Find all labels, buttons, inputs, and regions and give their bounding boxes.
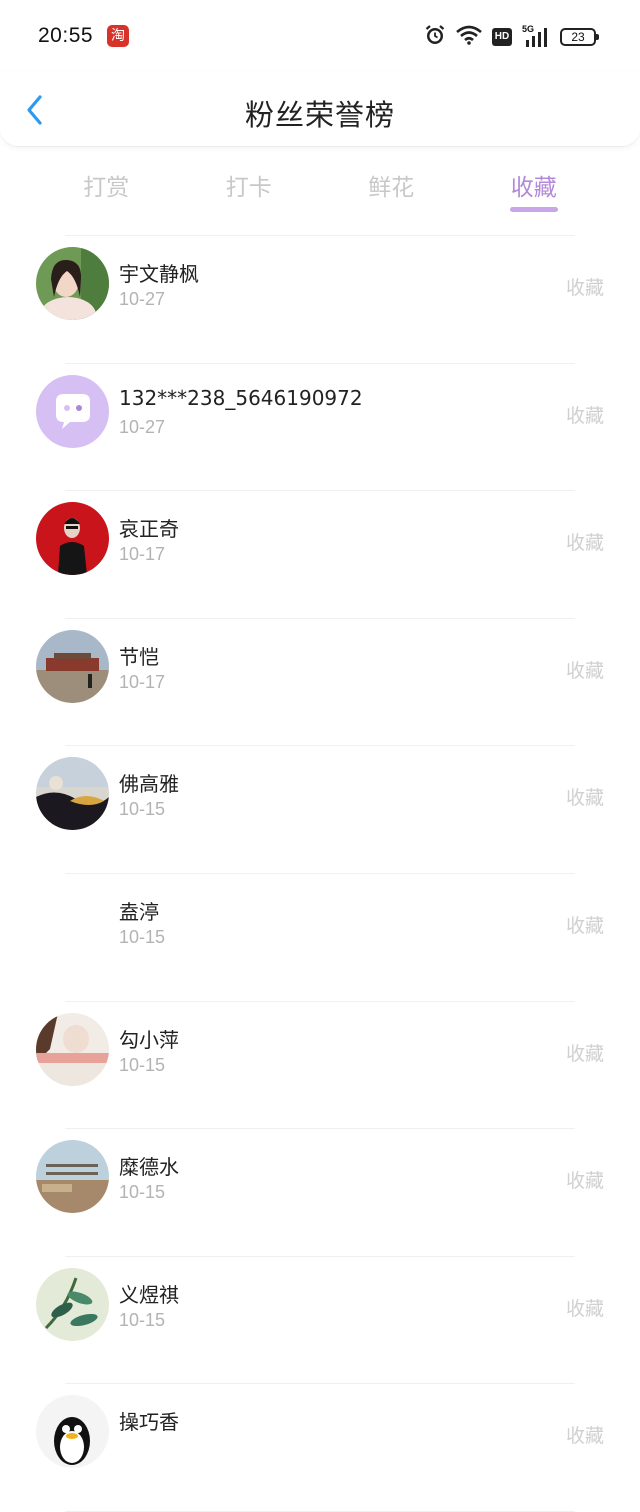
action-label[interactable]: 收藏 — [566, 528, 604, 555]
fan-name: 132***238_5646190972 — [119, 385, 363, 410]
fan-name: 勾小萍 — [119, 1027, 179, 1052]
fan-date: 10-27 — [119, 289, 166, 309]
list-item[interactable]: 132***238_5646190972 10-27 收藏 — [0, 364, 640, 492]
list-item[interactable]: 宇文静枫 10-27 收藏 — [0, 236, 640, 364]
avatar — [36, 374, 109, 448]
avatar — [36, 1140, 109, 1214]
fan-name: 义煜祺 — [119, 1282, 179, 1307]
list-item[interactable]: 义煜祺 10-15 收藏 — [0, 1257, 640, 1385]
avatar — [36, 757, 109, 831]
tab-flowers[interactable]: 鲜花 — [320, 160, 463, 220]
list-item[interactable]: 盍渟 10-15 收藏 — [0, 874, 640, 1002]
tab-favorites[interactable]: 收藏 — [463, 160, 606, 220]
fan-date: 10-15 — [119, 1309, 166, 1330]
hd-icon: HD — [492, 28, 512, 46]
action-label[interactable]: 收藏 — [566, 1039, 604, 1066]
list-item[interactable]: 哀正奇 10-17 收藏 — [0, 491, 640, 619]
action-label[interactable]: 收藏 — [566, 783, 604, 810]
app-header: 粉丝荣誉榜 — [0, 72, 640, 147]
avatar — [36, 1012, 109, 1086]
list-item[interactable]: 操巧香 收藏 — [0, 1384, 640, 1512]
fan-date: 10-15 — [119, 926, 166, 947]
avatar — [36, 247, 109, 320]
status-time: 20:55 — [38, 24, 94, 47]
page-title: 粉丝荣誉榜 — [244, 98, 395, 132]
fan-name: 盍渟 — [119, 899, 159, 924]
fan-name: 宇文静枫 — [119, 262, 199, 286]
list-item[interactable]: 糜德水 10-15 收藏 — [0, 1129, 640, 1257]
action-label[interactable]: 收藏 — [566, 911, 604, 938]
fan-date: 10-15 — [119, 1182, 166, 1203]
status-bar: 20:55 淘 HD 5G 23 — [0, 0, 640, 72]
fan-date: 10-17 — [119, 544, 166, 565]
fan-list: 宇文静枫 10-27 收藏 132***238_5646190972 10-27… — [0, 236, 640, 1512]
avatar — [36, 1267, 109, 1341]
action-label[interactable]: 收藏 — [566, 1166, 604, 1193]
5g-signal-icon: 5G — [522, 24, 550, 48]
fan-name: 哀正奇 — [119, 517, 179, 542]
avatar — [36, 1395, 109, 1469]
battery-icon: 23 — [560, 28, 599, 46]
action-label[interactable]: 收藏 — [566, 401, 604, 428]
action-label[interactable]: 收藏 — [566, 1421, 604, 1448]
taobao-notification-icon: 淘 — [107, 25, 129, 47]
fan-date: 10-15 — [119, 799, 166, 820]
action-label[interactable]: 收藏 — [566, 273, 604, 300]
tab-tip[interactable]: 打赏 — [35, 160, 178, 220]
fan-name: 操巧香 — [119, 1410, 179, 1435]
fan-name: 佛高雅 — [119, 772, 179, 797]
fan-name: 糜德水 — [119, 1155, 179, 1180]
qq-penguin-icon — [36, 1395, 109, 1469]
list-item[interactable]: 佛高雅 10-15 收藏 — [0, 746, 640, 874]
action-label[interactable]: 收藏 — [566, 656, 604, 683]
avatar — [36, 629, 109, 703]
action-label[interactable]: 收藏 — [566, 1294, 604, 1321]
tab-bar: 打赏 打卡 鲜花 收藏 — [35, 160, 605, 220]
avatar — [36, 502, 109, 576]
wifi-icon — [456, 25, 482, 49]
list-item[interactable]: 勾小萍 10-15 收藏 — [0, 1002, 640, 1130]
fan-date: 10-27 — [119, 416, 166, 437]
alarm-icon — [424, 24, 446, 50]
list-item[interactable]: 节恺 10-17 收藏 — [0, 619, 640, 747]
fan-date: 10-15 — [119, 1054, 166, 1075]
fan-date: 10-17 — [119, 671, 166, 692]
fan-name: 节恺 — [119, 644, 159, 669]
status-icons: HD 5G 23 — [424, 24, 599, 50]
avatar — [36, 884, 109, 958]
tab-checkin[interactable]: 打卡 — [178, 160, 321, 220]
